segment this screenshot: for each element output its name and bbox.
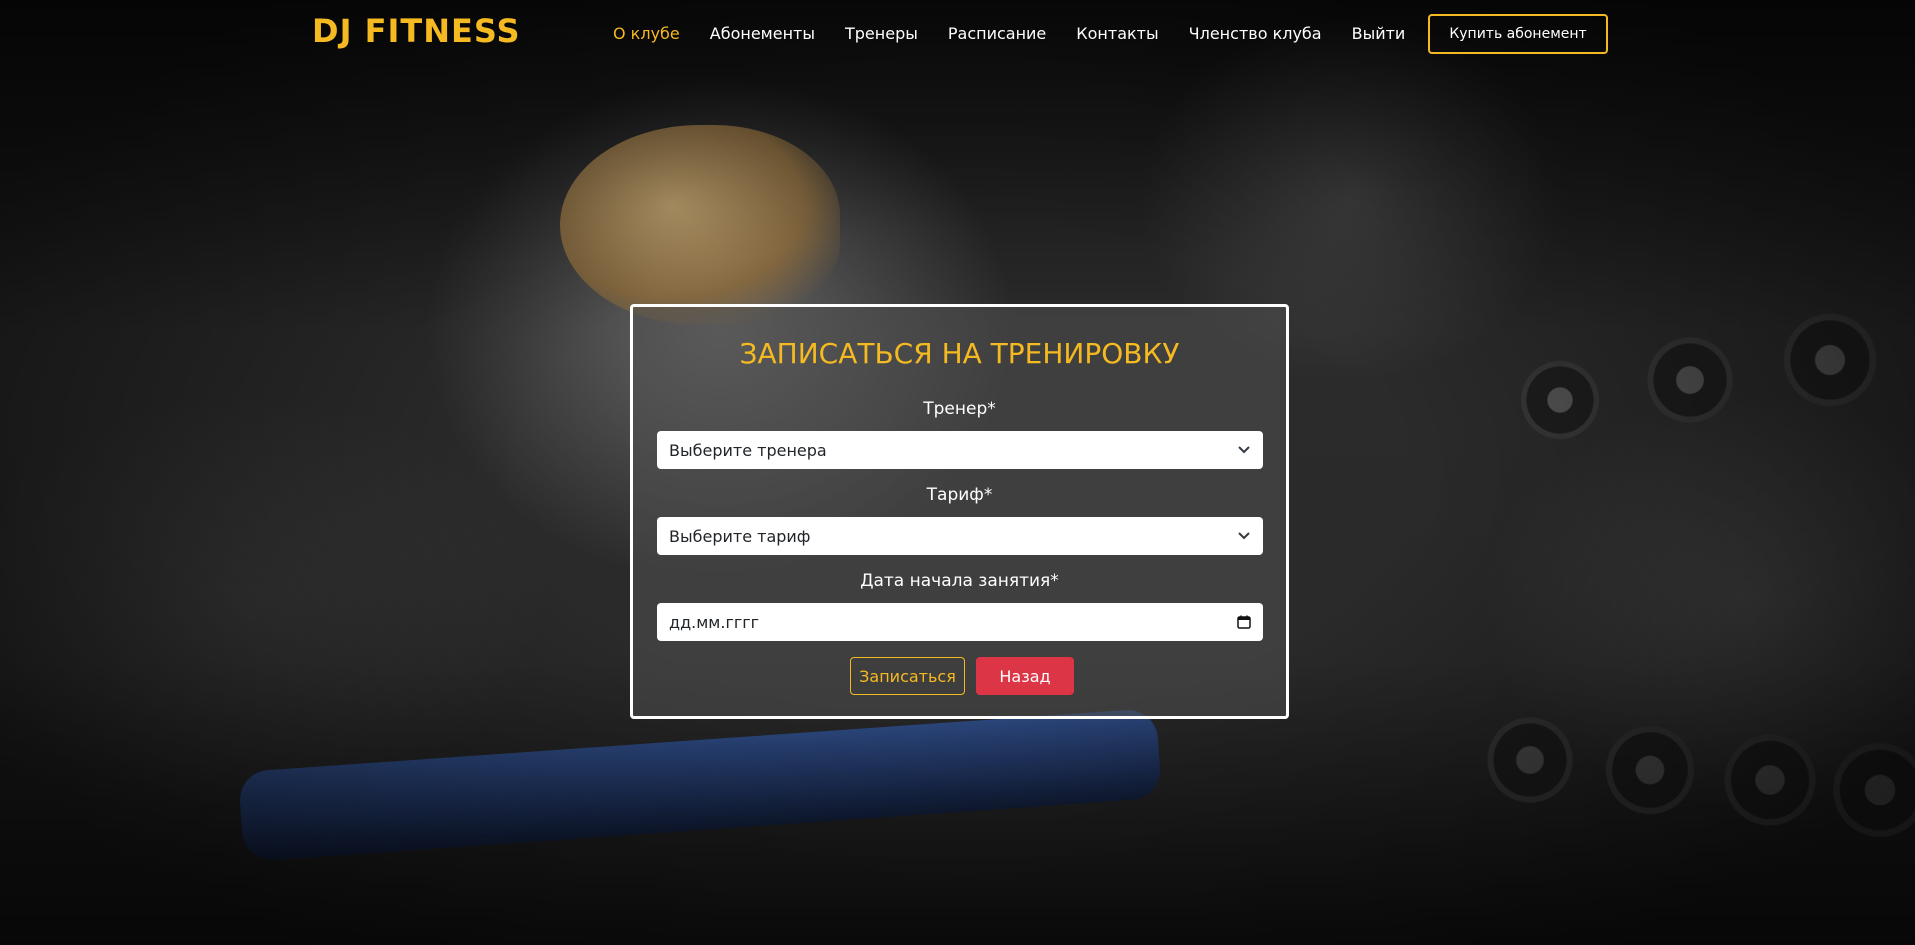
site-header: DJ FITNESS О клубе Абонементы Тренеры Ра… xyxy=(0,0,1915,68)
site-logo[interactable]: DJ FITNESS xyxy=(312,12,521,50)
back-button[interactable]: Назад xyxy=(976,657,1074,695)
tariff-select-value: Выберите тариф xyxy=(669,526,811,546)
nav-item-contacts[interactable]: Контакты xyxy=(1076,24,1158,43)
chevron-down-icon xyxy=(1237,443,1251,457)
calendar-icon[interactable] xyxy=(1237,615,1251,629)
nav-item-logout[interactable]: Выйти xyxy=(1352,24,1406,43)
nav-item-subscriptions[interactable]: Абонементы xyxy=(710,24,815,43)
nav-item-about[interactable]: О клубе xyxy=(613,24,680,43)
main-nav: О клубе Абонементы Тренеры Расписание Ко… xyxy=(613,24,1435,43)
nav-item-schedule[interactable]: Расписание xyxy=(948,24,1046,43)
tariff-label: Тариф* xyxy=(926,485,993,505)
trainer-label: Тренер* xyxy=(923,399,996,419)
nav-item-membership[interactable]: Членство клуба xyxy=(1189,24,1322,43)
trainer-select-value: Выберите тренера xyxy=(669,440,827,460)
trainer-select[interactable]: Выберите тренера xyxy=(657,431,1263,469)
submit-button[interactable]: Записаться xyxy=(850,657,965,695)
date-label: Дата начала занятия* xyxy=(860,571,1059,591)
training-signup-form: ЗАПИСАТЬСЯ НА ТРЕНИРОВКУ Тренер* Выберит… xyxy=(630,304,1289,719)
nav-item-trainers[interactable]: Тренеры xyxy=(845,24,918,43)
chevron-down-icon xyxy=(1237,529,1251,543)
start-date-value: дд.мм.гггг xyxy=(669,612,760,632)
form-title: ЗАПИСАТЬСЯ НА ТРЕНИРОВКУ xyxy=(739,337,1180,370)
start-date-input[interactable]: дд.мм.гггг xyxy=(657,603,1263,641)
tariff-select[interactable]: Выберите тариф xyxy=(657,517,1263,555)
buy-subscription-button[interactable]: Купить абонемент xyxy=(1428,14,1608,54)
